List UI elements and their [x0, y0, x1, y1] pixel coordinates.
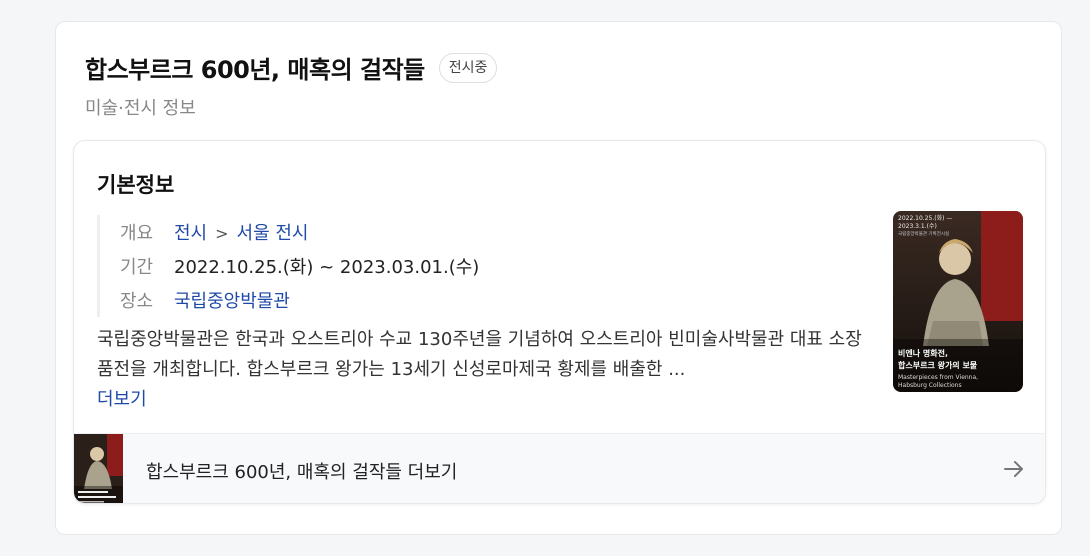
- title-row: 합스부르크 600년, 매혹의 걸작들 전시중: [85, 50, 498, 85]
- info-list: 개요 전시 > 서울 전시 기간 2022.10.25.(화) ~ 2023.03.…: [97, 215, 479, 317]
- basic-info-card: 기본정보 개요 전시 > 서울 전시 기간 2022.10.25.(화) ~ 202…: [73, 140, 1046, 504]
- exhibition-poster[interactable]: 2022.10.25.(화) — 2023.3.1.(수) 국립중앙박물관 기획…: [893, 211, 1023, 392]
- exhibition-card: 합스부르크 600년, 매혹의 걸작들 전시중 미술·전시 정보 기본정보 개요…: [55, 21, 1062, 535]
- status-badge: 전시중: [438, 52, 498, 83]
- venue-row: 장소 국립중앙박물관: [120, 283, 479, 317]
- venue-label: 장소: [120, 291, 154, 312]
- breadcrumb-exhibition-link[interactable]: 전시: [174, 223, 207, 244]
- poster-title-ko-1: 비엔나 명화전,: [898, 348, 948, 358]
- more-link[interactable]: 더보기: [97, 389, 147, 410]
- breadcrumb-seoul-link[interactable]: 서울 전시: [237, 223, 309, 244]
- poster-dates: 2022.10.25.(화) —: [898, 215, 952, 222]
- poster-title-en-2: Habsburg Collections: [898, 382, 962, 389]
- poster-venue: 국립중앙박물관 기획전시실: [898, 230, 949, 237]
- description: 국립중앙박물관은 한국과 오스트리아 수교 130주년을 기념하여 오스트리아 …: [97, 325, 877, 415]
- poster-title-ko-2: 합스부르크 왕가의 보물: [898, 360, 978, 370]
- breadcrumb: 전시 > 서울 전시: [174, 219, 309, 245]
- more-footer-link[interactable]: 합스부르크 600년, 매혹의 걸작들 더보기: [74, 433, 1045, 503]
- overview-label: 개요: [120, 223, 154, 244]
- overview-row: 개요 전시 > 서울 전시: [120, 215, 479, 249]
- footer-link-text: 합스부르크 600년, 매혹의 걸작들 더보기: [146, 462, 458, 483]
- poster-title-en-1: Masterpieces from Vienna,: [898, 374, 978, 381]
- section-title: 기본정보: [97, 173, 175, 197]
- period-label: 기간: [120, 257, 154, 278]
- poster-dates-end: 2023.3.1.(수): [898, 223, 937, 230]
- poster-image: 2022.10.25.(화) — 2023.3.1.(수) 국립중앙박물관 기획…: [893, 211, 1023, 392]
- description-text: 국립중앙박물관은 한국과 오스트리아 수교 130주년을 기념하여 오스트리아 …: [97, 329, 862, 380]
- breadcrumb-separator: >: [215, 224, 229, 243]
- venue-link[interactable]: 국립중앙박물관: [174, 287, 290, 313]
- exhibition-title[interactable]: 합스부르크 600년, 매혹의 걸작들: [85, 50, 425, 85]
- arrow-right-icon: [1004, 461, 1023, 477]
- footer-thumbnail: [74, 434, 123, 503]
- category-subtitle: 미술·전시 정보: [85, 98, 196, 119]
- period-value: 2022.10.25.(화) ~ 2023.03.01.(수): [174, 257, 480, 278]
- period-row: 기간 2022.10.25.(화) ~ 2023.03.01.(수): [120, 249, 479, 283]
